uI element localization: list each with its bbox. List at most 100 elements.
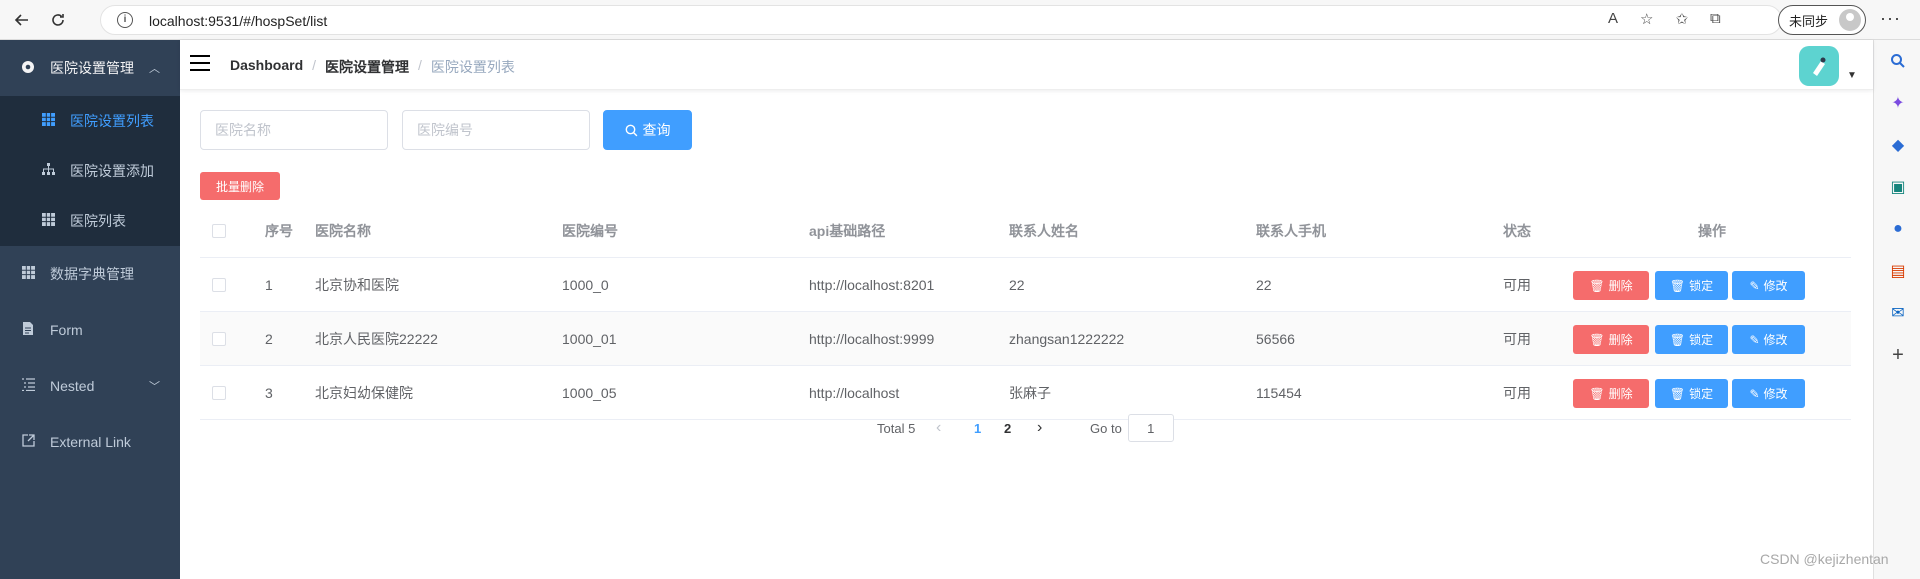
add-icon[interactable]: + (1887, 344, 1909, 366)
status-text: 可用 (1503, 277, 1531, 293)
sidebar-group-label: Nested (50, 378, 95, 394)
favorites-icon[interactable]: ✩ (1675, 10, 1688, 28)
sidebar-group-label: 数据字典管理 (50, 266, 134, 282)
chevron-down-icon: ﹀ (149, 381, 160, 393)
hosp-name-input[interactable] (200, 110, 388, 150)
column-header: 操作 (1698, 223, 1726, 239)
sidebar: 医院设置管理 ︿ 医院设置列表 医院设置添加 医院列表 数据字典管理 Form (0, 40, 180, 579)
breadcrumb-item-hosp-set[interactable]: 医院设置管理 (325, 57, 409, 77)
address-bar-actions: A ☆ ✩ ⧉ (1608, 10, 1721, 28)
external-link-icon (20, 434, 36, 450)
main-content: 查询 批量删除 序号 医院名称 医院编号 api基础路径 联系人姓名 联系人手机… (180, 90, 1873, 579)
tag-icon[interactable]: ◆ (1887, 134, 1909, 156)
back-arrow-icon[interactable] (8, 6, 36, 34)
user-avatar[interactable] (1799, 46, 1839, 86)
column-header: 联系人姓名 (1009, 223, 1079, 239)
office-icon[interactable]: ▤ (1887, 260, 1909, 282)
sync-label: 未同步 (1789, 13, 1829, 29)
profile-sync-button[interactable]: 未同步 (1778, 5, 1866, 35)
sidebar-group-form[interactable]: Form (0, 302, 180, 358)
delete-button[interactable]: 🗑 删除 (1573, 271, 1649, 300)
prev-page-icon[interactable]: ‹ (936, 412, 941, 444)
address-bar[interactable]: i localhost:9531/#/hospSet/list (100, 5, 1782, 35)
hosp-code: 1000_0 (562, 277, 609, 293)
edit-button[interactable]: ✎ 修改 (1732, 271, 1805, 300)
goto-label: Go to (1090, 420, 1122, 436)
goto-page-input[interactable] (1127, 414, 1174, 442)
select-all-checkbox[interactable] (212, 224, 226, 238)
refresh-icon[interactable] (44, 6, 72, 34)
sidebar-group-dict[interactable]: 数据字典管理 (0, 246, 180, 302)
query-button[interactable]: 查询 (603, 110, 692, 150)
edit-button[interactable]: ✎ 修改 (1732, 325, 1805, 354)
trash-icon: 🗑 (1669, 278, 1686, 293)
trash-icon: 🗑 (1669, 386, 1686, 401)
sidebar-group-label: 医院设置管理 (50, 60, 134, 76)
collections-icon[interactable]: ⧉ (1710, 10, 1721, 28)
contact-phone: 56566 (1256, 331, 1295, 347)
page-number-1[interactable]: 1 (974, 412, 981, 444)
read-aloud-icon[interactable]: A (1608, 10, 1618, 28)
sidebar-item-label: 医院列表 (70, 213, 126, 229)
settings-icon (20, 60, 36, 77)
table-icon (40, 113, 56, 129)
form-icon (20, 322, 36, 338)
avatar-logo-icon (1813, 57, 1826, 76)
status-text: 可用 (1503, 331, 1531, 347)
grid-icon (20, 266, 36, 282)
goto-jumper: Go to (1090, 412, 1174, 444)
profile-avatar-icon (1839, 9, 1861, 31)
navbar: Dashboard / 医院设置管理 / 医院设置列表 ▼ (180, 40, 1873, 90)
row-index: 2 (265, 331, 273, 347)
hosp-set-table: 序号 医院名称 医院编号 api基础路径 联系人姓名 联系人手机 状态 操作 1… (200, 204, 1851, 420)
url-text: localhost:9531/#/hospSet/list (149, 13, 328, 29)
pencil-icon: ✎ (1749, 278, 1760, 293)
sidebar-item-hosp-list[interactable]: 医院列表 (0, 196, 180, 246)
toolbox-icon[interactable]: ▣ (1887, 176, 1909, 198)
column-header: 医院名称 (315, 223, 371, 239)
hosp-name: 北京人民医院22222 (315, 331, 438, 347)
info-icon[interactable]: i (117, 12, 133, 28)
sidebar-group-nested[interactable]: Nested ﹀ (0, 358, 180, 414)
caret-down-icon[interactable]: ▼ (1847, 70, 1857, 81)
hosp-code-input[interactable] (402, 110, 590, 150)
next-page-icon[interactable]: › (1037, 412, 1042, 444)
sidebar-group-external-link[interactable]: External Link (0, 414, 180, 470)
people-icon[interactable]: ● (1887, 218, 1909, 240)
edit-button[interactable]: ✎ 修改 (1732, 379, 1805, 408)
browser-toolbar: i localhost:9531/#/hospSet/list A ☆ ✩ ⧉ … (0, 0, 1920, 40)
tree-icon (40, 163, 56, 179)
more-menu-icon[interactable]: ··· (1880, 8, 1901, 29)
batch-delete-button[interactable]: 批量删除 (200, 172, 280, 200)
sidebar-item-hosp-set-add[interactable]: 医院设置添加 (0, 146, 180, 196)
sidebar-item-hosp-set-list[interactable]: 医院设置列表 (0, 96, 180, 146)
sidebar-group-hosp-set[interactable]: 医院设置管理 ︿ (0, 40, 180, 96)
row-checkbox[interactable] (212, 278, 226, 292)
hosp-name: 北京协和医院 (315, 277, 399, 293)
row-checkbox[interactable] (212, 386, 226, 400)
sidebar-group-label: Form (50, 322, 83, 338)
page-number-2[interactable]: 2 (1004, 412, 1011, 444)
lock-button[interactable]: 🗑 锁定 (1655, 325, 1728, 354)
api-path: http://localhost:8201 (809, 277, 935, 293)
outlook-icon[interactable]: ✉ (1887, 302, 1909, 324)
sidebar-item-label: 医院设置添加 (70, 163, 154, 179)
trash-icon: 🗑 (1589, 278, 1605, 293)
contact-phone: 22 (1256, 277, 1272, 293)
search-icon[interactable] (1887, 50, 1909, 72)
delete-button[interactable]: 🗑 删除 (1573, 325, 1649, 354)
lock-button[interactable]: 🗑 锁定 (1655, 271, 1728, 300)
favorite-star-icon[interactable]: ☆ (1640, 10, 1653, 28)
breadcrumb-item-dashboard[interactable]: Dashboard (230, 57, 303, 77)
contact-name: 22 (1009, 277, 1025, 293)
sparkle-icon[interactable]: ✦ (1887, 92, 1909, 114)
sidebar-group-label: External Link (50, 434, 131, 450)
breadcrumb: Dashboard / 医院设置管理 / 医院设置列表 (230, 57, 515, 77)
query-button-label: 查询 (642, 122, 671, 138)
delete-button[interactable]: 🗑 删除 (1573, 379, 1649, 408)
row-checkbox[interactable] (212, 332, 226, 346)
lock-button[interactable]: 🗑 锁定 (1655, 379, 1728, 408)
chevron-up-icon: ︿ (149, 63, 160, 75)
hamburger-menu-icon[interactable] (190, 55, 210, 71)
search-icon (625, 124, 637, 136)
